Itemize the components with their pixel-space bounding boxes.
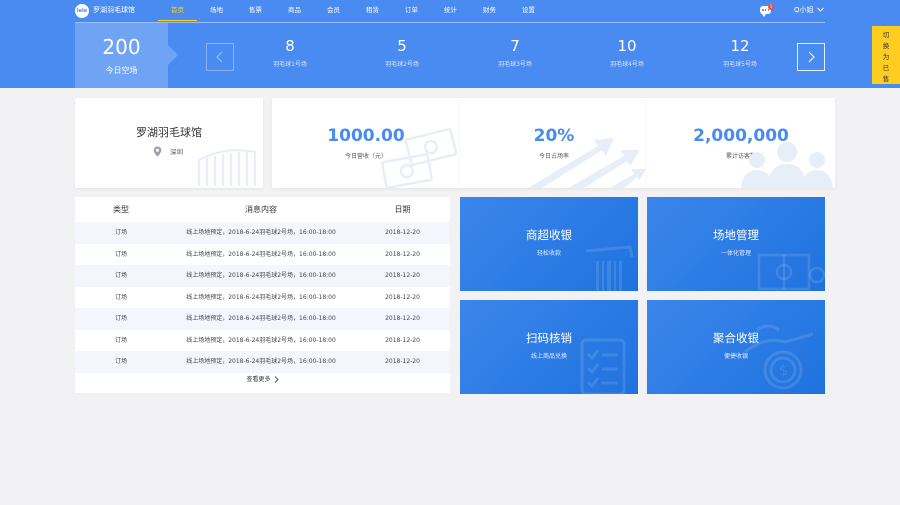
venue-card: 罗湖羽毛球馆	[75, 98, 263, 188]
nav-home[interactable]: 首页	[158, 0, 197, 22]
table-row[interactable]: 订场 线上场地预定，2018-6-24羽毛球2号场，16:00-18:00 20…	[75, 244, 450, 266]
header-content: 消息内容	[245, 205, 277, 214]
svg-text:$: $	[779, 363, 788, 379]
row-type: 订场	[114, 358, 127, 365]
table-row[interactable]: 订场 线上场地预定，2018-6-24羽毛球2号场，16:00-18:00 20…	[75, 308, 450, 330]
row-type: 订场	[114, 229, 127, 236]
nav-settings[interactable]: 设置	[509, 0, 548, 22]
tile-court-management[interactable]: 场地管理 一体化管理	[647, 197, 825, 291]
growth-arrows-icon	[528, 138, 646, 188]
stadium-icon	[198, 149, 256, 186]
header-date: 日期	[394, 205, 411, 214]
court-free-count: 12	[730, 37, 750, 55]
court-name: 羽毛球5号场	[723, 61, 757, 68]
row-date: 2018-12-20	[385, 293, 420, 301]
tile-scan-redeem[interactable]: 扫码核销 线上商品兑换	[460, 300, 638, 394]
header-type: 类型	[113, 205, 129, 214]
coin-hand-icon: $	[744, 324, 814, 390]
user-menu[interactable]: Q小姐	[794, 5, 814, 16]
chevron-left-icon	[216, 51, 223, 63]
court-card-5[interactable]: 12 羽毛球5号场	[695, 34, 785, 76]
table-row[interactable]: 订场 线上场地预定，2018-6-24羽毛球2号场，16:00-18:00 20…	[75, 287, 450, 309]
table-row[interactable]: 订场 线上场地预定，2018-6-24羽毛球2号场，16:00-18:00 20…	[75, 222, 450, 244]
today-free-value: 200	[102, 35, 141, 59]
court-name: 羽毛球4号场	[610, 61, 644, 68]
row-content: 线上场地预定，2018-6-24羽毛球2号场，16:00-18:00	[186, 272, 336, 279]
main-nav: 首页 场地 售票 商品 会员 租赁 订单 统计 财务 设置	[158, 0, 548, 22]
message-table: 类型 消息内容 日期 订场 线上场地预定，2018-6-24羽毛球2号场，16:…	[75, 197, 450, 393]
row-date: 2018-12-20	[385, 229, 420, 236]
court-name: 羽毛球2号场	[385, 61, 419, 68]
tile-retail-cashier[interactable]: 商超收银 轻松收款	[460, 197, 638, 291]
top-bar: lele 罗湖羽毛球馆 首页 场地 售票 商品 会员 租赁 订单 统计 财务 设…	[0, 0, 900, 88]
venue-location: 深圳	[170, 148, 183, 156]
nav-members[interactable]: 会员	[314, 0, 353, 22]
tile-aggregate-cashier[interactable]: 聚合收银 便捷收银 $	[647, 300, 825, 394]
checklist-icon	[580, 338, 626, 394]
row-content: 线上场地预定，2018-6-24羽毛球2号场，16:00-18:00	[186, 358, 336, 365]
row-date: 2018-12-20	[385, 250, 420, 258]
prev-courts-button[interactable]	[206, 43, 234, 71]
table-row[interactable]: 订场 线上场地预定，2018-6-24羽毛球2号场，16:00-18:00 20…	[75, 265, 450, 287]
brand-name: 罗湖羽毛球馆	[93, 6, 135, 14]
row-content: 线上场地预定，2018-6-24羽毛球2号场，16:00-18:00	[186, 315, 336, 322]
view-more-link[interactable]: 查看更多	[75, 374, 450, 386]
row-type: 订场	[114, 315, 127, 322]
next-courts-button[interactable]	[797, 43, 825, 71]
revenue-card: 1000.00 今日营收（元）	[272, 98, 460, 188]
today-free-label: 今日空场	[105, 66, 138, 75]
row-date: 2018-12-20	[385, 336, 420, 344]
table-row[interactable]: 订场 线上场地预定，2018-6-24羽毛球2号场，16:00-18:00 20…	[75, 330, 450, 352]
visitors-card: 2,000,000 累计访客数	[647, 98, 835, 188]
chevron-down-icon[interactable]	[817, 6, 824, 13]
top-navigation: lele 罗湖羽毛球馆 首页 场地 售票 商品 会员 租赁 订单 统计 财务 设…	[0, 0, 900, 22]
occupancy-card: 20% 今日占场率	[460, 98, 648, 188]
table-row[interactable]: 订场 线上场地预定，2018-6-24羽毛球2号场，16:00-18:00 20…	[75, 351, 450, 373]
court-free-count: 10	[617, 37, 637, 55]
money-icon	[381, 128, 458, 188]
row-date: 2018-12-20	[385, 272, 420, 279]
court-card-3[interactable]: 7 羽毛球3号场	[470, 34, 560, 76]
nav-divider	[75, 22, 825, 23]
court-name: 羽毛球3号场	[498, 61, 532, 68]
court-card-2[interactable]: 5 羽毛球2号场	[357, 34, 447, 76]
today-free-courts: 200 今日空场	[75, 23, 178, 88]
switch-label: 切换为已售	[882, 31, 890, 83]
court-free-count: 7	[510, 37, 520, 55]
court-name: 羽毛球1号场	[273, 61, 307, 68]
table-header: 类型 消息内容 日期	[75, 197, 450, 222]
chevron-right-icon	[808, 51, 815, 63]
row-date: 2018-12-20	[385, 358, 420, 365]
row-type: 订场	[114, 250, 127, 258]
court-card-1[interactable]: 8 羽毛球1号场	[245, 34, 335, 76]
message-badge: 1	[768, 4, 774, 10]
location-pin-icon	[153, 146, 162, 157]
court-free-count: 8	[285, 37, 295, 55]
row-date: 2018-12-20	[385, 315, 420, 322]
court-card-4[interactable]: 10 羽毛球4号场	[582, 34, 672, 76]
nav-goods[interactable]: 商品	[275, 0, 314, 22]
row-type: 订场	[114, 272, 127, 279]
logo: lele	[75, 4, 89, 18]
people-icon	[741, 142, 833, 188]
row-content: 线上场地预定，2018-6-24羽毛球2号场，16:00-18:00	[186, 229, 336, 236]
row-content: 线上场地预定，2018-6-24羽毛球2号场，16:00-18:00	[186, 293, 336, 301]
row-content: 线上场地预定，2018-6-24羽毛球2号场，16:00-18:00	[186, 250, 336, 258]
barcode-scan-icon	[585, 245, 634, 291]
switch-sold-button[interactable]: 切换为已售	[872, 26, 900, 84]
row-content: 线上场地预定，2018-6-24羽毛球2号场，16:00-18:00	[186, 336, 336, 344]
nav-finance[interactable]: 财务	[470, 0, 509, 22]
nav-courts[interactable]: 场地	[197, 0, 236, 22]
row-type: 订场	[114, 336, 127, 344]
row-type: 订场	[114, 293, 127, 301]
nav-statistics[interactable]: 统计	[431, 0, 470, 22]
court-free-count: 5	[397, 37, 407, 55]
view-more-label: 查看更多	[246, 376, 271, 383]
court-icon	[757, 253, 825, 291]
chevron-right-icon	[274, 376, 279, 383]
nav-tickets[interactable]: 售票	[236, 0, 275, 22]
nav-orders[interactable]: 订单	[392, 0, 431, 22]
nav-rental[interactable]: 租赁	[353, 0, 392, 22]
